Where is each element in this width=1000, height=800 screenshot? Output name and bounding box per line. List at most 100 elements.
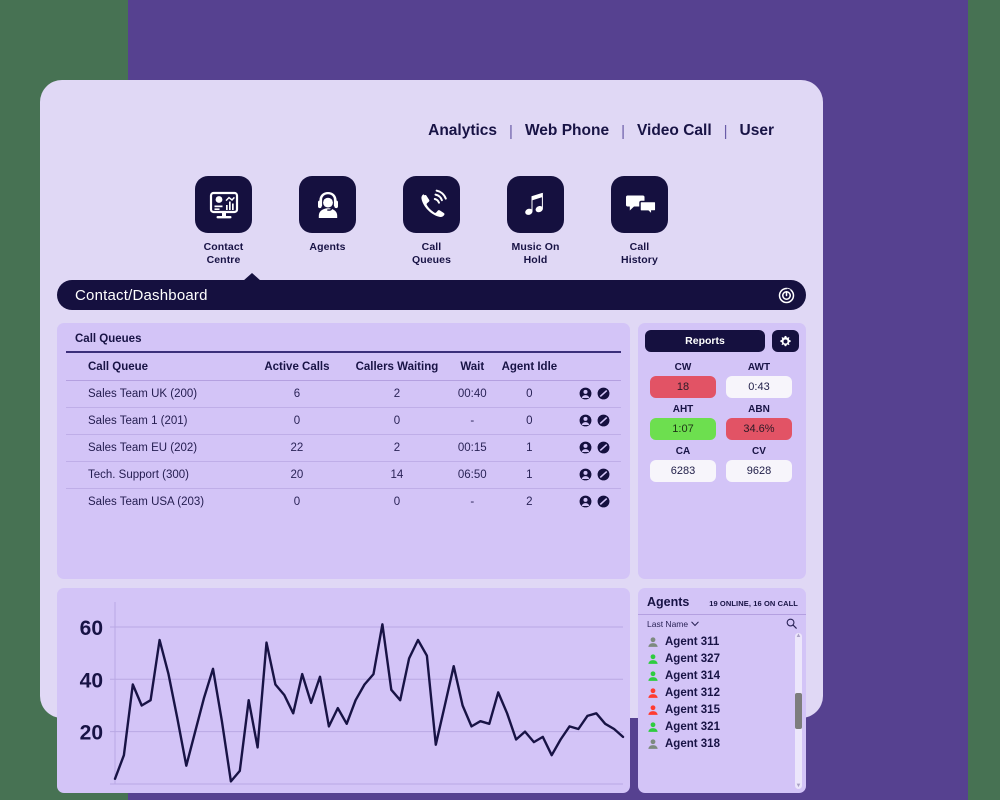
cell-wait: - <box>452 407 492 435</box>
user-icon[interactable] <box>579 387 592 400</box>
call-queues-panel: Call Queues Call Queue Active Calls Call… <box>57 323 630 579</box>
agent-list-item[interactable]: Agent 321 <box>638 718 806 735</box>
metric-label: CW <box>674 362 692 373</box>
menu-item-call-history[interactable]: Call History <box>611 176 668 267</box>
search-icon[interactable] <box>786 618 797 629</box>
agent-status-icon <box>648 738 658 749</box>
breadcrumb-text: Contact/Dashboard <box>75 286 208 304</box>
metric-label: CA <box>675 446 691 457</box>
cell-wait: 06:50 <box>452 461 492 489</box>
ringing-phone-icon <box>420 189 447 217</box>
gear-icon <box>780 335 791 346</box>
dashboard-card: Analytics | Web Phone | Video Call | Use… <box>40 80 823 793</box>
chat-bubbles-icon <box>625 195 657 216</box>
cell-active-calls: 22 <box>252 434 342 462</box>
user-icon[interactable] <box>579 495 592 508</box>
scroll-down-arrow[interactable]: ▼ <box>795 783 802 789</box>
no-entry-icon[interactable] <box>597 414 610 427</box>
menu-item-music-on-hold[interactable]: Music On Hold <box>507 176 564 267</box>
menu-item-label: Call History <box>621 241 658 267</box>
agent-name: Agent 315 <box>665 703 720 716</box>
metric-label: CV <box>752 446 766 457</box>
cell-queue-name: Sales Team UK (200) <box>66 380 253 408</box>
metric-abn[interactable]: ABN 34.6% <box>726 404 792 440</box>
user-icon[interactable] <box>579 414 592 427</box>
cell-queue-name: Sales Team 1 (201) <box>66 407 253 435</box>
agent-status-icon <box>648 704 658 715</box>
agent-list-item[interactable]: Agent 315 <box>638 701 806 718</box>
agent-status-icon <box>648 687 658 698</box>
cell-wait: 00:40 <box>452 380 492 408</box>
cell-callers-waiting: 0 <box>341 407 453 435</box>
cell-actions <box>567 488 621 515</box>
metric-aht[interactable]: AHT 1:07 <box>650 404 716 440</box>
cell-callers-waiting: 2 <box>341 434 453 462</box>
metric-value: 0:43 <box>726 376 792 398</box>
no-entry-icon[interactable] <box>597 495 610 508</box>
cell-agent-idle: 2 <box>526 495 533 508</box>
metric-awt[interactable]: AWT 0:43 <box>726 362 792 398</box>
column-header-callers-waiting[interactable]: Callers Waiting <box>341 352 453 381</box>
column-header-agent-idle[interactable]: Agent Idle <box>491 352 567 381</box>
menu-item-label: Agents <box>309 241 346 253</box>
table-row[interactable]: Sales Team EU (202) 22 2 00:15 1 <box>66 434 621 462</box>
cell-queue-name: Tech. Support (300) <box>66 461 253 489</box>
nav-item-user[interactable]: User <box>728 122 786 140</box>
menu-tile <box>507 176 564 233</box>
menu-item-agents[interactable]: Agents <box>299 176 356 267</box>
column-header-wait[interactable]: Wait <box>452 352 492 381</box>
music-note-icon <box>524 192 543 215</box>
agent-list-item[interactable]: Agent 318 <box>638 735 806 752</box>
metric-ca[interactable]: CA 6283 <box>650 446 716 482</box>
reports-panel: Reports CW 18 AWT 0:43 AHT 1:07 ABN 34.6% CA 6283… <box>638 323 806 579</box>
menu-item-label: Call Queues <box>411 241 452 267</box>
scroll-up-arrow[interactable]: ▲ <box>795 633 802 639</box>
menu-item-label: Music On Hold <box>511 241 560 267</box>
table-row[interactable]: Tech. Support (300) 20 14 06:50 1 <box>66 461 621 489</box>
menu-tile <box>611 176 668 233</box>
top-navigation: Analytics | Web Phone | Video Call | Use… <box>416 122 786 140</box>
nav-item-analytics[interactable]: Analytics <box>416 122 509 140</box>
user-icon[interactable] <box>579 441 592 454</box>
no-entry-icon[interactable] <box>597 387 610 400</box>
table-row[interactable]: Sales Team UK (200) 6 2 00:40 0 <box>66 380 621 408</box>
menu-item-contact-centre[interactable]: Contact Centre <box>195 176 252 267</box>
metric-label: ABN <box>748 404 770 415</box>
refresh-icon[interactable] <box>778 287 795 304</box>
reports-button[interactable]: Reports <box>645 330 765 352</box>
cell-wait: - <box>470 495 475 508</box>
agent-list-item[interactable]: Agent 327 <box>638 650 806 667</box>
user-icon[interactable] <box>579 468 592 481</box>
cell-active-calls: 20 <box>252 461 342 489</box>
agents-scrollbar[interactable]: ▲ ▼ <box>795 633 802 789</box>
no-entry-icon[interactable] <box>597 441 610 454</box>
agent-list-item[interactable]: Agent 311 <box>638 633 806 650</box>
cell-callers-waiting: 2 <box>341 380 453 408</box>
agent-list-item[interactable]: Agent 312 <box>638 684 806 701</box>
cell-queue-name: Sales Team EU (202) <box>66 434 253 462</box>
table-header-row: Call Queue Active Calls Callers Waiting … <box>66 352 621 381</box>
reports-header: Reports <box>638 323 806 352</box>
metric-value: 18 <box>650 376 716 398</box>
column-header-call-queue[interactable]: Call Queue <box>66 352 253 381</box>
menu-item-call-queues[interactable]: Call Queues <box>403 176 460 267</box>
no-entry-icon[interactable] <box>597 468 610 481</box>
settings-button[interactable] <box>772 330 799 352</box>
metric-label: AHT <box>672 404 694 415</box>
table-row[interactable]: Sales Team USA (203) 0 0 - 2 <box>66 488 621 515</box>
agents-scrollbar-thumb[interactable] <box>795 693 802 729</box>
cell-actions <box>567 461 621 489</box>
metric-cv[interactable]: CV 9628 <box>726 446 792 482</box>
column-header-active-calls[interactable]: Active Calls <box>252 352 342 381</box>
nav-item-video-call[interactable]: Video Call <box>625 122 724 140</box>
sort-label-text: Last Name <box>647 618 689 629</box>
table-row[interactable]: Sales Team 1 (201) 0 0-0 <box>66 407 621 435</box>
agent-list-item[interactable]: Agent 314 <box>638 667 806 684</box>
sort-control[interactable]: Last Name <box>647 619 699 629</box>
agent-name: Agent 321 <box>665 720 720 733</box>
chart-series-line <box>113 623 625 783</box>
agents-list: ▲ ▼ Agent 311 Agent 327 Agent 314 Agent 312… <box>638 631 806 789</box>
line-chart: 20 40 60 <box>80 602 625 785</box>
metric-cw[interactable]: CW 18 <box>650 362 716 398</box>
nav-item-web-phone[interactable]: Web Phone <box>513 122 621 140</box>
